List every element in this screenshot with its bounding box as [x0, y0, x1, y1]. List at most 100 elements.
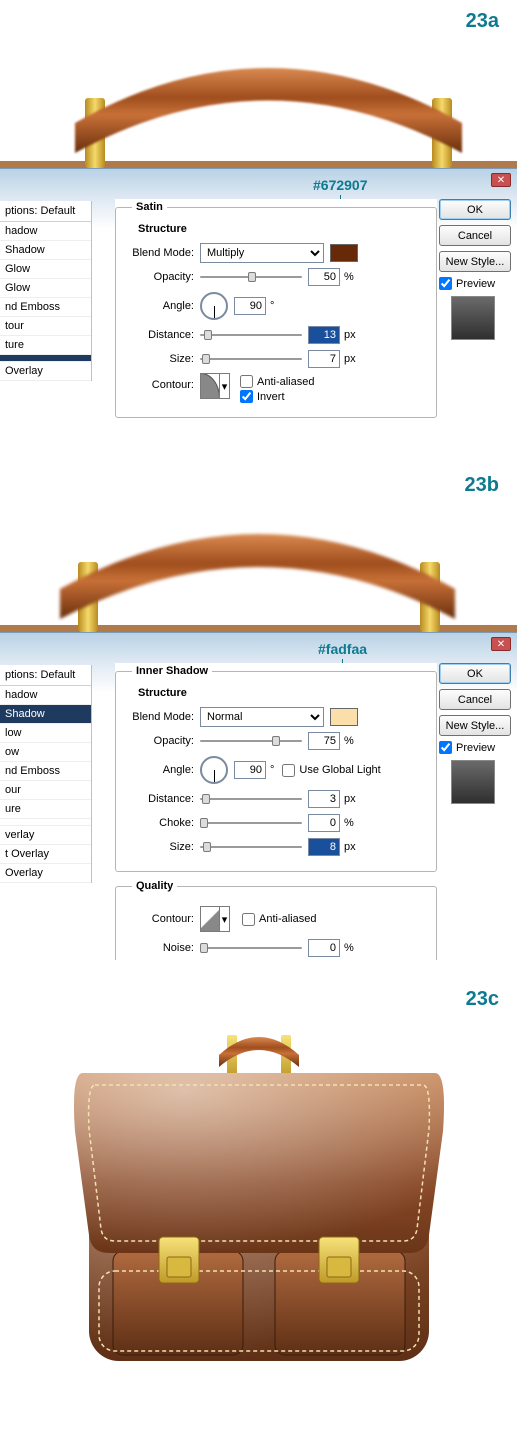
- step-label-a: 23a: [0, 0, 517, 33]
- opacity-unit: %: [344, 271, 354, 283]
- final-result: [0, 1011, 517, 1411]
- style-item[interactable]: nd Emboss: [0, 762, 91, 781]
- chevron-down-icon[interactable]: ▾: [219, 907, 229, 931]
- chevron-down-icon[interactable]: ▾: [219, 374, 229, 398]
- size-slider[interactable]: [200, 840, 302, 854]
- cancel-button[interactable]: Cancel: [439, 225, 511, 246]
- preview-thumbnail: [451, 296, 495, 340]
- style-item[interactable]: ure: [0, 800, 91, 819]
- structure-label: Structure: [138, 687, 426, 699]
- color-swatch[interactable]: [330, 244, 358, 262]
- inner-shadow-panel: Inner Shadow Structure Blend Mode: Norma…: [115, 663, 437, 960]
- style-item[interactable]: Overlay: [0, 864, 91, 883]
- distance-label: Distance:: [126, 329, 200, 341]
- dialog-buttons-b: OK Cancel New Style... Preview: [439, 663, 511, 804]
- opacity-input[interactable]: [308, 732, 340, 750]
- style-item[interactable]: our: [0, 781, 91, 800]
- contour-picker[interactable]: ▾: [200, 906, 230, 932]
- invert-checkbox[interactable]: Invert: [240, 390, 314, 403]
- angle-input[interactable]: [234, 297, 266, 315]
- fieldset-legend: Satin: [132, 201, 167, 213]
- noise-unit: %: [344, 942, 354, 954]
- style-item-selected[interactable]: Shadow: [0, 705, 91, 724]
- size-slider[interactable]: [200, 352, 302, 366]
- angle-unit: °: [270, 764, 274, 776]
- style-item-selected[interactable]: [0, 355, 91, 362]
- distance-unit: px: [344, 329, 356, 341]
- distance-label: Distance:: [126, 793, 200, 805]
- layer-style-dialog-a: ✕ #672907 ptions: Default hadow Shadow G…: [0, 168, 517, 446]
- anti-aliased-checkbox[interactable]: Anti-aliased: [240, 375, 314, 388]
- style-item[interactable]: Glow: [0, 260, 91, 279]
- blend-mode-select[interactable]: Multiply: [200, 243, 324, 263]
- distance-slider[interactable]: [200, 328, 302, 342]
- size-label: Size:: [126, 841, 200, 853]
- style-item[interactable]: ow: [0, 743, 91, 762]
- angle-label: Angle:: [126, 300, 200, 312]
- step-label-c: 23c: [0, 978, 517, 1011]
- layer-style-dialog-b: ✕ #fadfaa ptions: Default hadow Shadow l…: [0, 632, 517, 960]
- structure-label: Structure: [138, 223, 426, 235]
- style-item[interactable]: [0, 819, 91, 826]
- style-item[interactable]: Overlay: [0, 362, 91, 381]
- blend-mode-label: Blend Mode:: [126, 711, 200, 723]
- style-item[interactable]: tour: [0, 317, 91, 336]
- blend-mode-select[interactable]: Normal: [200, 707, 324, 727]
- quality-legend: Quality: [132, 880, 177, 892]
- size-input[interactable]: [308, 838, 340, 856]
- size-input[interactable]: [308, 350, 340, 368]
- style-item[interactable]: ture: [0, 336, 91, 355]
- opacity-slider[interactable]: [200, 270, 302, 284]
- step-label-b: 23b: [0, 464, 517, 497]
- angle-label: Angle:: [126, 764, 200, 776]
- style-item[interactable]: t Overlay: [0, 845, 91, 864]
- dialog-buttons-a: OK Cancel New Style... Preview: [439, 199, 511, 340]
- size-label: Size:: [126, 353, 200, 365]
- style-item[interactable]: Shadow: [0, 241, 91, 260]
- angle-dial[interactable]: [200, 756, 228, 784]
- style-item[interactable]: verlay: [0, 826, 91, 845]
- color-swatch[interactable]: [330, 708, 358, 726]
- styles-header: ptions: Default: [0, 201, 91, 222]
- new-style-button[interactable]: New Style...: [439, 251, 511, 272]
- angle-unit: °: [270, 300, 274, 312]
- close-icon[interactable]: ✕: [491, 637, 511, 651]
- distance-input[interactable]: [308, 326, 340, 344]
- fieldset-legend: Inner Shadow: [132, 665, 212, 677]
- noise-label: Noise:: [126, 942, 200, 954]
- opacity-input[interactable]: [308, 268, 340, 286]
- choke-slider[interactable]: [200, 816, 302, 830]
- contour-picker[interactable]: ▾: [200, 373, 230, 399]
- use-global-light-checkbox[interactable]: Use Global Light: [282, 764, 380, 777]
- size-unit: px: [344, 841, 356, 853]
- style-item[interactable]: Glow: [0, 279, 91, 298]
- styles-list-b: ptions: Default hadow Shadow low ow nd E…: [0, 665, 92, 883]
- styles-list-a: ptions: Default hadow Shadow Glow Glow n…: [0, 201, 92, 381]
- style-item[interactable]: hadow: [0, 686, 91, 705]
- opacity-slider[interactable]: [200, 734, 302, 748]
- distance-slider[interactable]: [200, 792, 302, 806]
- angle-input[interactable]: [234, 761, 266, 779]
- anti-aliased-checkbox[interactable]: Anti-aliased: [242, 913, 316, 926]
- preview-checkbox[interactable]: Preview: [439, 277, 511, 290]
- cancel-button[interactable]: Cancel: [439, 689, 511, 710]
- handle-preview-b: [0, 507, 517, 632]
- choke-input[interactable]: [308, 814, 340, 832]
- distance-input[interactable]: [308, 790, 340, 808]
- close-icon[interactable]: ✕: [491, 173, 511, 187]
- style-item[interactable]: nd Emboss: [0, 298, 91, 317]
- new-style-button[interactable]: New Style...: [439, 715, 511, 736]
- choke-label: Choke:: [126, 817, 200, 829]
- contour-label: Contour:: [126, 913, 200, 925]
- angle-dial[interactable]: [200, 292, 228, 320]
- ok-button[interactable]: OK: [439, 199, 511, 220]
- blend-mode-label: Blend Mode:: [126, 247, 200, 259]
- style-item[interactable]: low: [0, 724, 91, 743]
- noise-input[interactable]: [308, 939, 340, 957]
- style-item[interactable]: hadow: [0, 222, 91, 241]
- styles-header: ptions: Default: [0, 665, 91, 686]
- ok-button[interactable]: OK: [439, 663, 511, 684]
- opacity-label: Opacity:: [126, 735, 200, 747]
- noise-slider[interactable]: [200, 941, 302, 955]
- preview-checkbox[interactable]: Preview: [439, 741, 511, 754]
